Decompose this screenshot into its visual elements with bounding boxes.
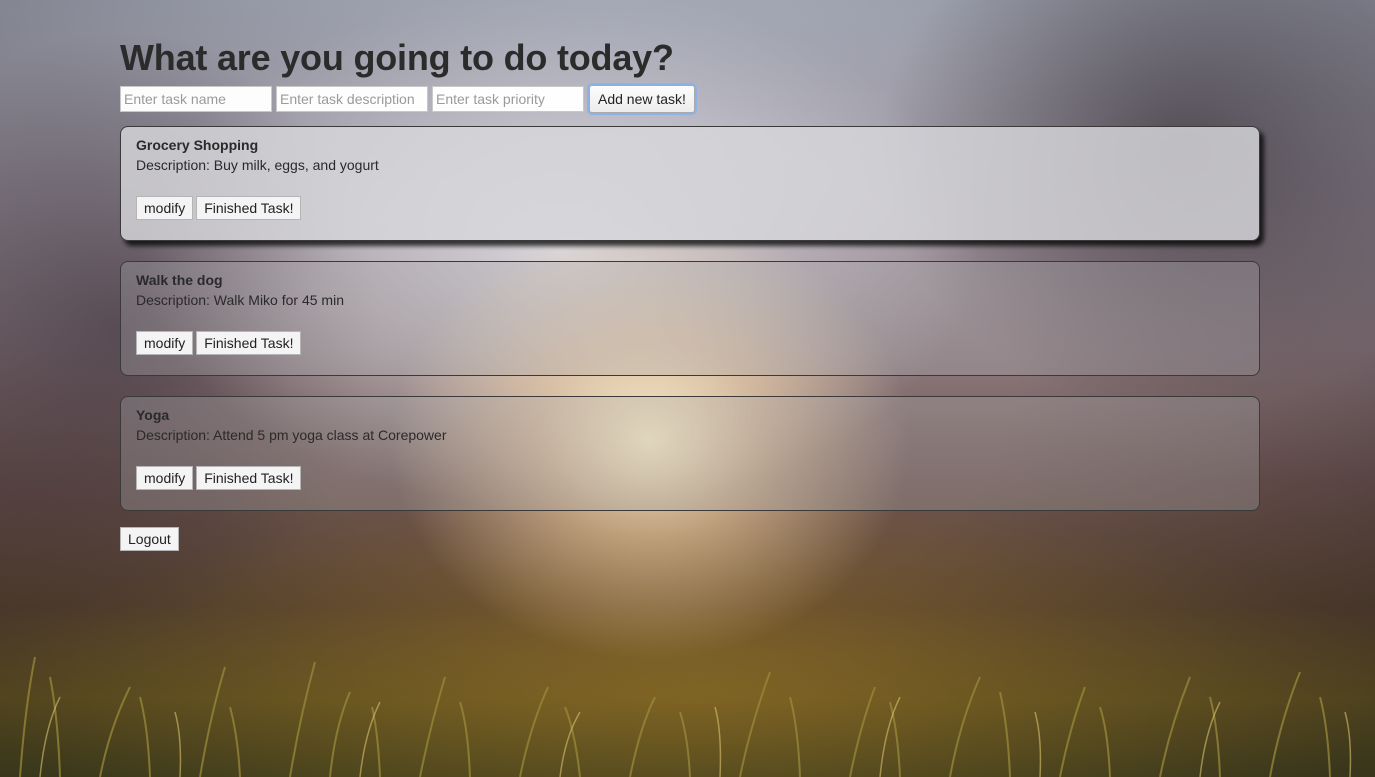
main-container: What are you going to do today? Add new … — [120, 36, 1260, 551]
task-description: Description: Attend 5 pm yoga class at C… — [136, 427, 447, 443]
modify-button[interactable]: modify — [136, 466, 194, 490]
task-priority-input[interactable] — [432, 86, 584, 112]
task-description: Description: Buy milk, eggs, and yogurt — [136, 157, 379, 173]
task-description: Description: Walk Miko for 45 min — [136, 292, 344, 308]
task-card[interactable]: Walk the dog Description: Walk Miko for … — [120, 261, 1260, 376]
modify-button[interactable]: modify — [136, 196, 194, 220]
task-name: Walk the dog — [136, 272, 223, 288]
finish-task-button[interactable]: Finished Task! — [196, 466, 302, 490]
task-actions: modify Finished Task! — [136, 331, 1244, 355]
task-name-input[interactable] — [120, 86, 272, 112]
page-heading: What are you going to do today? — [120, 37, 674, 78]
modify-button[interactable]: modify — [136, 331, 194, 355]
grass-decoration — [19, 656, 1352, 777]
add-task-form: Add new task! — [120, 85, 1260, 113]
task-actions: modify Finished Task! — [136, 196, 1244, 220]
task-card[interactable]: Yoga Description: Attend 5 pm yoga class… — [120, 396, 1260, 511]
finish-task-button[interactable]: Finished Task! — [196, 196, 302, 220]
task-name: Yoga — [136, 407, 170, 423]
task-actions: modify Finished Task! — [136, 466, 1244, 490]
task-name: Grocery Shopping — [136, 137, 259, 153]
add-task-button[interactable]: Add new task! — [589, 85, 695, 113]
task-card[interactable]: Grocery Shopping Description: Buy milk, … — [120, 126, 1260, 241]
finish-task-button[interactable]: Finished Task! — [196, 331, 302, 355]
task-list: Grocery Shopping Description: Buy milk, … — [120, 126, 1260, 511]
task-description-input[interactable] — [276, 86, 428, 112]
logout-button[interactable]: Logout — [120, 527, 179, 551]
